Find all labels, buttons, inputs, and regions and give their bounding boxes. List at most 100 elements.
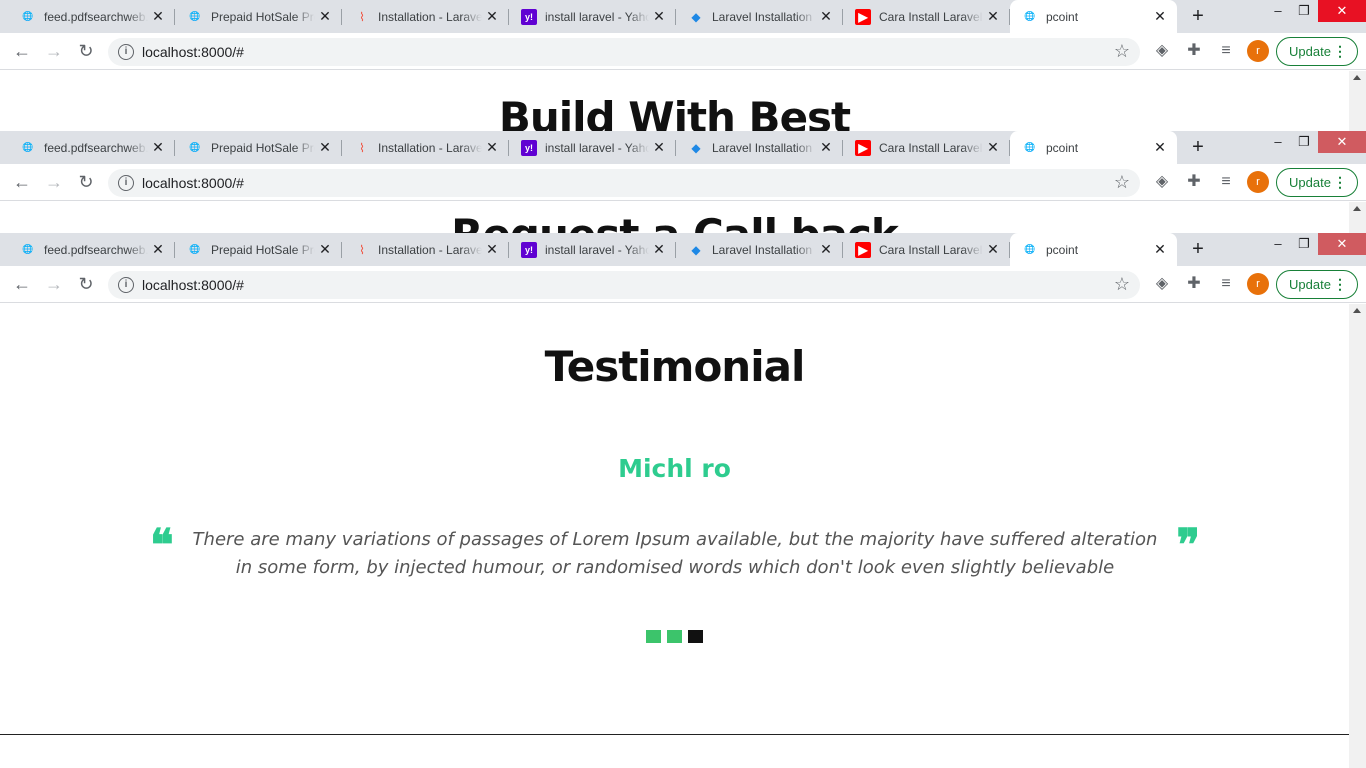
reload-icon[interactable]: ↻ (76, 172, 96, 192)
tab-close-icon[interactable]: ✕ (151, 9, 165, 23)
carousel-dot[interactable] (667, 630, 682, 643)
browser-tab[interactable]: ▶ Cara Install Laravel ✕ (843, 233, 1010, 266)
scroll-up-arrow-icon[interactable] (1353, 75, 1361, 80)
back-icon[interactable]: ← (12, 41, 32, 61)
update-button[interactable]: Update ⋮ (1276, 168, 1358, 197)
tab-close-icon[interactable]: ✕ (318, 9, 332, 23)
scroll-up-arrow-icon[interactable] (1353, 308, 1361, 313)
profile-avatar[interactable]: r (1247, 273, 1269, 295)
new-tab-icon[interactable]: + (1186, 238, 1210, 262)
site-info-icon[interactable]: i (118, 44, 134, 60)
laravel-blue-icon: ◆ (691, 9, 701, 24)
tab-close-icon[interactable]: ✕ (318, 140, 332, 154)
browser-tab[interactable]: ⌇ Installation - Larave ✕ (342, 233, 509, 266)
bookmark-star-icon[interactable]: ☆ (1114, 274, 1130, 295)
media-controls-icon[interactable]: ≡ (1216, 274, 1236, 294)
tab-close-icon[interactable]: ✕ (1153, 9, 1167, 23)
media-controls-icon[interactable]: ≡ (1216, 41, 1236, 61)
browser-tab[interactable]: 🌐 pcoint ✕ (1010, 0, 1177, 33)
back-icon[interactable]: ← (12, 172, 32, 192)
browser-tab[interactable]: ⌇ Installation - Larave ✕ (342, 0, 509, 33)
bookmark-star-icon[interactable]: ☆ (1114, 41, 1130, 62)
tab-close-icon[interactable]: ✕ (652, 242, 666, 256)
site-info-icon[interactable]: i (118, 175, 134, 191)
bookmark-star-icon[interactable]: ☆ (1114, 172, 1130, 193)
site-info-icon[interactable]: i (118, 277, 134, 293)
update-button[interactable]: Update ⋮ (1276, 270, 1358, 299)
tab-close-icon[interactable]: ✕ (1153, 140, 1167, 154)
browser-tab[interactable]: ▶ Cara Install Laravel ✕ (843, 131, 1010, 164)
profile-avatar[interactable]: r (1247, 171, 1269, 193)
browser-tab[interactable]: y! install laravel - Yaho ✕ (509, 233, 676, 266)
tab-close-icon[interactable]: ✕ (819, 242, 833, 256)
browser-tab[interactable]: 🌐 Prepaid HotSale Pro ✕ (175, 233, 342, 266)
menu-dots-icon: ⋮ (1333, 43, 1347, 59)
browser-tab[interactable]: y! install laravel - Yaho ✕ (509, 131, 676, 164)
url-text[interactable]: localhost:8000/# (142, 175, 244, 191)
forward-icon[interactable]: → (44, 172, 64, 192)
browser-tab[interactable]: 🌐 feed.pdfsearchweb. ✕ (8, 131, 175, 164)
reload-icon[interactable]: ↻ (76, 41, 96, 61)
tab-close-icon[interactable]: ✕ (986, 242, 1000, 256)
browser-tab[interactable]: 🌐 feed.pdfsearchweb. ✕ (8, 233, 175, 266)
url-text[interactable]: localhost:8000/# (142, 44, 244, 60)
update-button[interactable]: Update ⋮ (1276, 37, 1358, 66)
extensions-icon[interactable]: ✚ (1184, 172, 1204, 192)
tab-close-icon[interactable]: ✕ (819, 9, 833, 23)
new-tab-icon[interactable]: + (1186, 5, 1210, 29)
profile-avatar[interactable]: r (1247, 40, 1269, 62)
laravel-icon: ⌇ (359, 242, 365, 257)
scroll-up-arrow-icon[interactable] (1353, 206, 1361, 211)
new-tab-icon[interactable]: + (1186, 136, 1210, 160)
carousel-dot[interactable] (646, 630, 661, 643)
browser-tab[interactable]: ◆ Laravel Installation ✕ (676, 233, 843, 266)
browser-tab[interactable]: ⌇ Installation - Larave ✕ (342, 131, 509, 164)
media-controls-icon[interactable]: ≡ (1216, 172, 1236, 192)
address-bar[interactable]: i localhost:8000/# ☆ (108, 38, 1140, 66)
tab-close-icon[interactable]: ✕ (986, 140, 1000, 154)
scrollbar[interactable] (1349, 304, 1366, 768)
browser-tab[interactable]: 🌐 pcoint ✕ (1010, 233, 1177, 266)
tab-close-icon[interactable]: ✕ (485, 242, 499, 256)
scrollbar[interactable] (1349, 202, 1366, 233)
url-text[interactable]: localhost:8000/# (142, 277, 244, 293)
extensions-icon[interactable]: ✚ (1184, 274, 1204, 294)
browser-tab[interactable]: ▶ Cara Install Laravel ✕ (843, 0, 1010, 33)
window-close-icon[interactable]: ✕ (1318, 131, 1366, 153)
cast-icon[interactable]: ◈ (1152, 172, 1172, 192)
forward-icon[interactable]: → (44, 274, 64, 294)
scrollbar[interactable] (1349, 71, 1366, 131)
window-close-icon[interactable]: ✕ (1318, 0, 1366, 22)
browser-tab[interactable]: ◆ Laravel Installation ✕ (676, 0, 843, 33)
browser-tab[interactable]: ◆ Laravel Installation ✕ (676, 131, 843, 164)
forward-icon[interactable]: → (44, 41, 64, 61)
tab-close-icon[interactable]: ✕ (986, 9, 1000, 23)
browser-tab[interactable]: 🌐 feed.pdfsearchweb. ✕ (8, 0, 175, 33)
browser-toolbar: ← → ↻ i localhost:8000/# ☆ ◈ ✚ ≡ r Update ⋮ (0, 33, 1366, 70)
tab-close-icon[interactable]: ✕ (485, 9, 499, 23)
extensions-icon[interactable]: ✚ (1184, 41, 1204, 61)
browser-tab[interactable]: 🌐 Prepaid HotSale Pro ✕ (175, 0, 342, 33)
tab-title: Laravel Installation (712, 140, 813, 155)
browser-tab[interactable]: y! install laravel - Yaho ✕ (509, 0, 676, 33)
tab-close-icon[interactable]: ✕ (819, 140, 833, 154)
address-bar[interactable]: i localhost:8000/# ☆ (108, 169, 1140, 197)
tab-close-icon[interactable]: ✕ (485, 140, 499, 154)
tab-close-icon[interactable]: ✕ (652, 9, 666, 23)
reload-icon[interactable]: ↻ (76, 274, 96, 294)
tab-close-icon[interactable]: ✕ (652, 140, 666, 154)
cast-icon[interactable]: ◈ (1152, 274, 1172, 294)
testimonial-author: Michl ro (618, 454, 731, 483)
browser-tab[interactable]: 🌐 pcoint ✕ (1010, 131, 1177, 164)
back-icon[interactable]: ← (12, 274, 32, 294)
address-bar[interactable]: i localhost:8000/# ☆ (108, 271, 1140, 299)
window-close-icon[interactable]: ✕ (1318, 233, 1366, 255)
tab-title: pcoint (1046, 140, 1079, 155)
tab-close-icon[interactable]: ✕ (1153, 242, 1167, 256)
browser-tab[interactable]: 🌐 Prepaid HotSale Pro ✕ (175, 131, 342, 164)
tab-close-icon[interactable]: ✕ (151, 140, 165, 154)
tab-close-icon[interactable]: ✕ (318, 242, 332, 256)
cast-icon[interactable]: ◈ (1152, 41, 1172, 61)
tab-close-icon[interactable]: ✕ (151, 242, 165, 256)
carousel-dot[interactable] (688, 630, 703, 643)
